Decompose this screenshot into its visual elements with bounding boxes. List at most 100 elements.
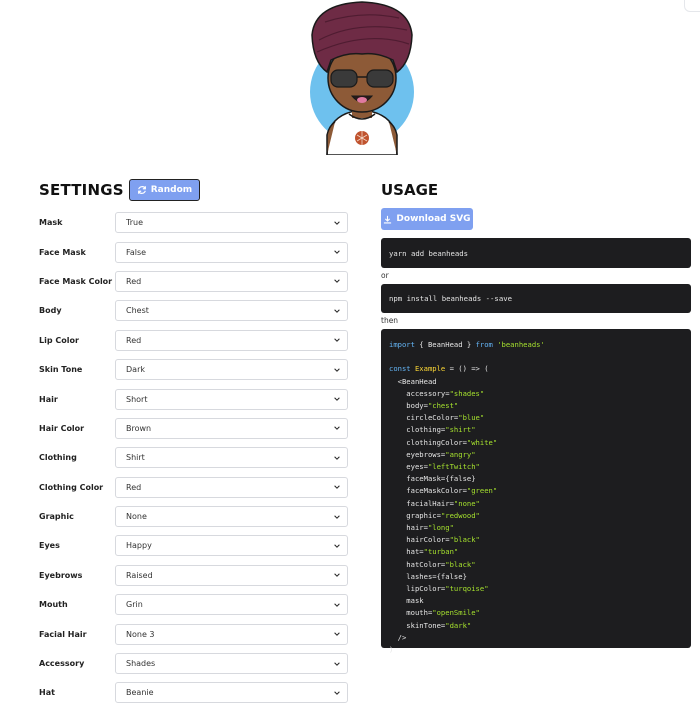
yarn-install-command[interactable]: yarn add beanheads [381,238,691,268]
code-prop-line: body="chest" [389,401,458,410]
settings-row: Eyebrows Raised [39,561,350,590]
code-prop-line: hatColor="black" [389,560,475,569]
settings-select[interactable]: False [115,241,348,263]
refresh-icon [137,186,146,194]
download-svg-button[interactable]: Download SVG [381,208,473,230]
random-button[interactable]: Random [128,179,201,201]
code-prop-name: clothingColor= [389,437,467,447]
chevron-down-icon [334,485,340,490]
settings-select[interactable]: Brown [115,417,348,439]
settings-row: Hat Beanie [39,678,350,706]
beanhead-avatar [297,0,427,155]
settings-row: Clothing Shirt [39,443,350,472]
chevron-down-icon [334,515,340,519]
settings-row-label: Hair Color [39,423,85,433]
settings-select-value: None 3 [126,629,155,639]
settings-row: Face Mask Color Red [39,267,350,296]
settings-select[interactable]: Beanie [115,682,348,704]
settings-row-label: Body [39,306,62,316]
code-prop-value: "long" [427,523,454,533]
chevron-down-icon [334,456,340,460]
chevron-down-icon [334,309,340,313]
settings-row-label: Mouth [39,600,68,610]
npm-install-command[interactable]: npm install beanheads --save [381,284,691,313]
settings-select-value: Happy [126,541,152,551]
settings-select[interactable]: Red [115,270,348,292]
code-prop-line: hair="long" [389,523,454,532]
code-prop-value: "redwood" [440,510,480,520]
chevron-down-icon [334,368,340,372]
code-prop-value: "blue" [458,413,485,423]
settings-select[interactable]: None [115,506,348,528]
settings-row: Hair Short [39,384,350,413]
settings-row-label: Clothing [39,453,77,463]
code-prop-line: lipColor="turqoise" [389,584,488,594]
code-prop-value: "leftTwitch" [427,462,480,472]
code-const-keyword: const [389,364,411,374]
settings-select[interactable]: Grin [115,594,348,616]
settings-row-label: Eyebrows [39,570,83,580]
settings-row-label: Face Mask Color [39,276,113,286]
settings-select[interactable]: Shirt [115,447,348,469]
code-prop-name: lipColor= [389,584,446,594]
code-open-tag: <BeanHead [389,376,437,386]
code-prop-line: mask [389,596,423,605]
code-prop-name: hairColor= [389,535,450,545]
code-prop-line: circleColor="blue" [389,413,484,422]
settings-select[interactable]: Chest [115,300,348,322]
settings-select[interactable]: Short [115,388,348,410]
settings-select[interactable]: Dark [115,359,348,381]
settings-row: Mask True [39,208,350,237]
usage-code-block[interactable]: import { BeanHead } from 'beanheads' con… [381,329,691,654]
settings-select[interactable]: True [115,212,348,234]
settings-row: Hair Color Brown [39,414,350,443]
code-prop-name: graphic= [389,510,441,520]
settings-row: Accessory Shades [39,649,350,678]
code-prop-value: {false} [436,571,467,581]
settings-select-value: Shades [126,659,156,669]
settings-rows: Mask True Face Mask False Face Mask Color Red… [39,208,350,706]
or-text: or [381,271,389,280]
code-prop-name: accessory= [389,388,450,398]
chevron-down-icon [334,544,340,548]
settings-select-value: Shirt [126,453,145,463]
code-prop-line: eyebrows="angry" [389,449,475,459]
settings-select[interactable]: Red [115,329,348,351]
code-prop-value: "openSmile" [432,608,480,618]
settings-select[interactable]: Raised [115,564,348,586]
settings-select[interactable]: Shades [115,653,348,675]
code-prop-line: skinTone="dark" [389,621,471,630]
code-import-names: { BeanHead } [414,340,476,349]
code-const-line: const Example = () => ( [389,364,489,373]
settings-select-value: Red [126,335,142,345]
usage-panel: USAGE Download SVG yarn add beanheads or… [381,178,691,654]
code-prop-line: accessory="shades" [389,389,484,398]
settings-select[interactable]: Happy [115,535,348,557]
settings-row: Facial Hair None 3 [39,619,350,648]
chevron-down-icon [334,397,340,401]
settings-title: SETTINGS [39,181,124,199]
settings-row-label: Hair [39,394,58,404]
settings-row-label: Graphic [39,512,74,522]
usage-title: USAGE [381,181,439,199]
code-prop-name: clothing= [389,425,446,435]
settings-row: Lip Color Red [39,326,350,355]
settings-row-label: Clothing Color [39,482,104,492]
chevron-down-icon [334,603,340,607]
settings-select-value: Dark [126,365,145,375]
code-prop-name: eyebrows= [389,449,446,459]
settings-row: Face Mask False [39,237,350,266]
settings-select[interactable]: Red [115,476,348,498]
code-prop-name: circleColor= [389,413,459,423]
code-prop-name: mouth= [389,608,433,618]
code-prop-line: graphic="redwood" [389,511,480,520]
settings-select-value: True [126,218,143,228]
code-prop-line: eyes="leftTwitch" [389,462,480,471]
chevron-down-icon [334,279,340,284]
code-close-paren: ) [389,645,394,655]
settings-row-label: Lip Color [39,335,79,345]
random-button-label: Random [150,185,193,195]
settings-select[interactable]: None 3 [115,623,348,645]
settings-select-value: Beanie [126,688,154,698]
settings-row-label: Face Mask [39,247,86,257]
